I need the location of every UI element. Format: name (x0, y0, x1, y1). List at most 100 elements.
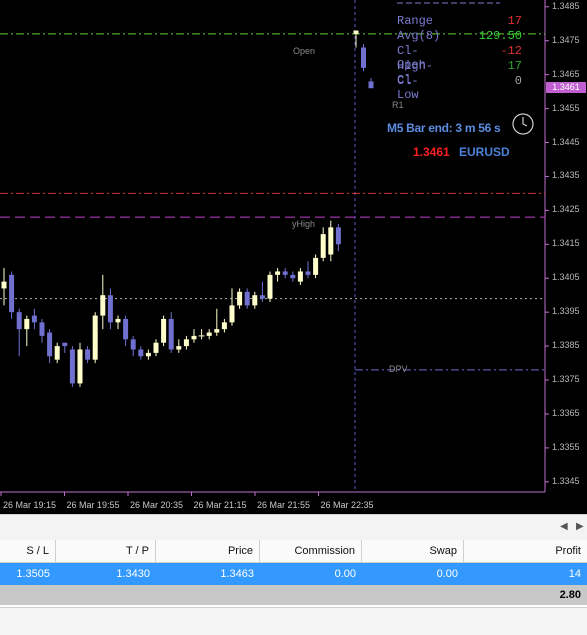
candle-39-body (297, 271, 303, 282)
candle-21-body (161, 318, 167, 343)
time-tick-label: 26 Mar 19:15 (3, 500, 57, 510)
candle-11-body (85, 349, 91, 360)
candle-13-body (100, 295, 106, 316)
col-header-commission[interactable]: Commission (260, 540, 362, 562)
candle-32-body (244, 291, 250, 306)
candle-24-body (183, 339, 189, 347)
current-price-label: 1.3461 (413, 145, 450, 159)
table-row[interactable]: 1.3505 1.3430 1.3463 0.00 0.00 14 (0, 563, 587, 585)
price-tick-label: 1.3425 (552, 204, 580, 215)
price-tick-label: 1.3445 (552, 136, 580, 147)
cell-commission: 0.00 (334, 568, 356, 580)
candle-29-body (221, 322, 227, 330)
candle-17-body (130, 339, 136, 350)
time-tick-label: 26 Mar 21:55 (257, 500, 311, 510)
col-header-profit[interactable]: Profit (464, 540, 587, 562)
candle-0-body (1, 281, 7, 289)
candle-30-body (229, 305, 235, 323)
candle-10-body (77, 349, 83, 384)
time-tick-label: 26 Mar 19:55 (66, 500, 120, 510)
time-tick-label: 26 Mar 22:35 (320, 500, 374, 510)
info-value-cl-open: -12 (500, 44, 522, 58)
price-tick-label: 1.3345 (552, 475, 580, 486)
candle-9-body (69, 349, 75, 384)
candle-12-body (92, 315, 98, 360)
info-value-avg: 129.50 (478, 29, 522, 43)
info-label-range: Range (397, 14, 434, 28)
candle-25-body (191, 335, 197, 340)
scroll-left-icon[interactable]: ◀ (560, 521, 568, 532)
live-candle-1-body (361, 47, 366, 68)
price-tick-label: 1.3485 (552, 0, 580, 11)
candle-8-body (62, 342, 68, 347)
price-tick-label: 1.3455 (552, 102, 580, 113)
col-header-tp[interactable]: T / P (56, 540, 156, 562)
candle-44-body (335, 227, 341, 245)
candle-6-body (47, 332, 53, 357)
candle-34-body (259, 295, 265, 299)
cell-swap: 0.00 (436, 568, 458, 580)
symbol-label: EURUSD (459, 145, 510, 159)
time-tick-label: 26 Mar 20:35 (130, 500, 184, 510)
col-header-sl[interactable]: S / L (0, 540, 56, 562)
candle-3-body (24, 318, 30, 330)
price-tick-label: 1.3355 (552, 441, 580, 452)
price-tick-label: 1.3465 (552, 68, 580, 79)
candle-20-body (153, 342, 159, 353)
live-candle-0-body (353, 30, 359, 34)
total-profit: 2.80 (559, 589, 581, 601)
table-scrollbar[interactable]: ◀ ▶ (0, 514, 587, 542)
col-header-price[interactable]: Price (156, 540, 260, 562)
cell-sl: 1.3505 (16, 568, 50, 580)
info-label-avg: Avg(8) (397, 29, 441, 43)
candle-36-body (275, 271, 281, 275)
price-chart[interactable]: Range 17 Avg(8) 129.50 Cl-Open -12 High-… (0, 0, 587, 514)
info-value-range: 17 (507, 14, 522, 28)
table-header: S / L T / P Price Commission Swap Profit (0, 540, 587, 563)
price-tick-label: 1.3375 (552, 374, 580, 385)
candle-42-body (320, 234, 326, 258)
candle-40-body (305, 271, 311, 275)
live-candle-2-body (368, 81, 374, 89)
cell-profit: 14 (568, 568, 581, 580)
candle-27-body (206, 332, 212, 336)
candle-28-body (214, 329, 220, 333)
time-tick-label: 26 Mar 21:15 (193, 500, 247, 510)
candle-43-body (328, 227, 334, 255)
price-tick-label: 1.3405 (552, 272, 580, 283)
candle-38-body (290, 274, 296, 279)
info-label-cl-low: Cl-Low (397, 74, 419, 102)
candle-7-body (54, 346, 60, 360)
table-total-row: 2.80 (0, 585, 587, 605)
clock-icon (512, 113, 534, 135)
cell-price: 1.3463 (220, 568, 254, 580)
candle-1-body (9, 274, 15, 313)
price-tick-label: 1.3385 (552, 340, 580, 351)
price-tick-label: 1.3365 (552, 407, 580, 418)
r1-label: R1 (392, 100, 404, 110)
candle-14-body (107, 295, 113, 323)
dpv-level-label: DPV (389, 364, 408, 374)
info-value-high-cl: 17 (507, 59, 522, 73)
candle-22-body (168, 318, 174, 350)
cell-tp: 1.3430 (116, 568, 150, 580)
price-tick-label: 1.3435 (552, 170, 580, 181)
scroll-right-icon[interactable]: ▶ (576, 521, 584, 532)
terminal-tab-bar (0, 607, 587, 635)
price-tick-label: 1.3475 (552, 34, 580, 45)
candle-31-body (237, 291, 243, 306)
price-tick-label: 1.3395 (552, 306, 580, 317)
candle-15-body (115, 318, 121, 323)
candle-18-body (138, 349, 144, 357)
candle-41-body (313, 257, 319, 275)
open-level-label: Open (293, 46, 316, 56)
info-value-cl-low: 0 (514, 74, 522, 88)
price-tick-label: 1.3415 (552, 238, 580, 249)
candle-4-body (31, 315, 37, 323)
candle-35-body (267, 274, 273, 299)
col-header-swap[interactable]: Swap (362, 540, 464, 562)
bar-end-timer: M5 Bar end: 3 m 56 s (387, 121, 501, 135)
candle-2-body (16, 312, 22, 330)
yhigh-level-label: yHigh (292, 219, 316, 229)
candle-5-body (39, 322, 45, 336)
